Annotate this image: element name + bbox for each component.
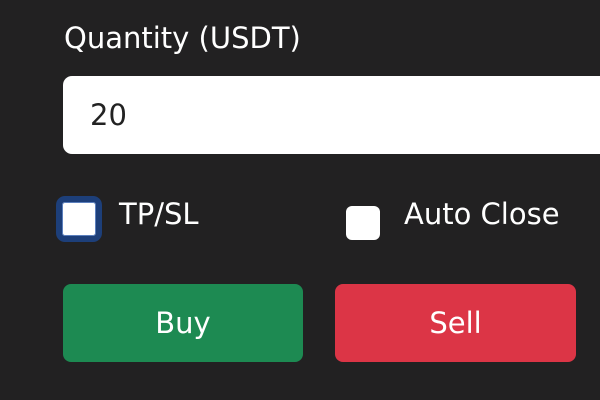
quantity-input[interactable] (63, 76, 600, 154)
quantity-label: Quantity (USDT) (64, 21, 301, 55)
buy-button[interactable]: Buy (63, 284, 303, 362)
auto-close-option[interactable]: Auto Close (346, 196, 560, 244)
tpsl-checkbox[interactable] (56, 196, 102, 242)
auto-close-checkbox[interactable] (346, 206, 380, 240)
tpsl-label[interactable]: TP/SL (119, 196, 199, 232)
auto-close-label[interactable]: Auto Close (404, 196, 560, 232)
sell-button[interactable]: Sell (335, 284, 576, 362)
tpsl-option[interactable]: TP/SL (56, 196, 199, 244)
